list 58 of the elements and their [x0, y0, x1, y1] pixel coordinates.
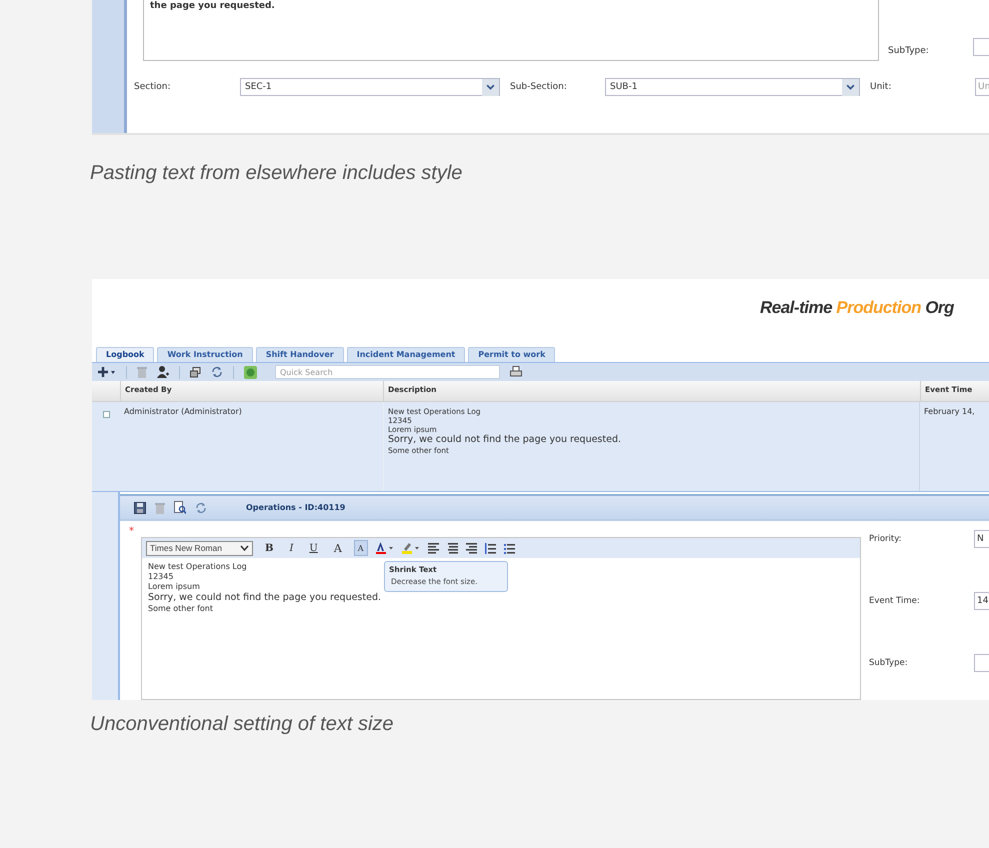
print-icon[interactable] [510, 366, 522, 378]
editor-text: Lorem ipsum [148, 582, 200, 592]
editor-text: the page you requested. [150, 1, 275, 11]
field-label: SubType: [888, 46, 930, 56]
caption: Pasting text from elsewhere includes style [90, 162, 464, 186]
editor-text: New test Operations Log [148, 562, 247, 572]
dropdown[interactable]: SUB-1 [605, 78, 860, 96]
document-search-icon[interactable] [174, 501, 186, 514]
format-button[interactable]: A [354, 540, 368, 556]
highlight-icon[interactable] [402, 542, 420, 554]
text-editor[interactable]: the page you requested. [143, 0, 879, 61]
editor-text: Sorry, we could not find the page you requested. [148, 592, 382, 604]
font-dropdown[interactable]: Times New Roman [146, 540, 253, 556]
tab[interactable]: Logbook [96, 347, 154, 362]
required-mark: * [128, 525, 134, 539]
align-left-icon[interactable] [428, 542, 439, 554]
globe-icon[interactable] [244, 366, 257, 378]
plus-icon[interactable] [98, 366, 116, 378]
field-label: Priority: [869, 534, 902, 544]
save-icon[interactable] [134, 502, 146, 514]
table-cell: February 14, [924, 407, 975, 416]
editor-text: Some other font [148, 604, 214, 614]
input-field[interactable]: 14 [974, 592, 989, 610]
format-button[interactable]: A [330, 540, 346, 556]
table-cell: Administrator (Administrator) [124, 407, 242, 416]
caret-icon [842, 78, 859, 96]
field-label: Section: [134, 82, 172, 92]
windows-icon[interactable] [190, 366, 201, 378]
panel-title: Operations - ID:40119 [246, 503, 346, 512]
caret-icon [240, 544, 249, 552]
field-label: SubType: [869, 658, 909, 668]
numbered-list-icon[interactable] [484, 542, 496, 554]
field-label: Event Time: [869, 596, 921, 606]
bullet-list-icon[interactable] [504, 542, 515, 554]
tab[interactable]: Shift Handover [256, 347, 344, 362]
align-center-icon[interactable] [446, 542, 458, 554]
editor-text: 12345 [148, 572, 174, 582]
format-button[interactable]: U [305, 540, 322, 556]
tab[interactable]: Permit to work [468, 347, 556, 362]
dropdown[interactable]: SEC-1 [240, 78, 500, 96]
refresh-icon[interactable] [211, 366, 223, 378]
field-label: Unit: [870, 82, 892, 92]
input-field[interactable] [974, 654, 989, 672]
table-cell: Sorry, we could not find the page you requested. [388, 434, 622, 446]
refresh-icon[interactable] [195, 502, 207, 514]
search-field[interactable]: Quick Search [275, 365, 500, 379]
app-title: Real-time Production Org [760, 298, 954, 318]
align-right-icon[interactable] [466, 542, 477, 554]
user-icon[interactable] [157, 366, 169, 378]
field-label: Sub-Section: [510, 82, 568, 92]
caption: Unconventional setting of text size [90, 713, 395, 736]
tab[interactable]: Incident Management [346, 347, 466, 362]
caret-icon [482, 78, 499, 96]
format-button[interactable]: B [261, 540, 278, 556]
tab[interactable]: Work Instruction [157, 347, 253, 362]
input-field[interactable]: N [974, 530, 989, 548]
format-button[interactable]: I [285, 540, 298, 556]
font-color-icon[interactable] [376, 542, 394, 554]
